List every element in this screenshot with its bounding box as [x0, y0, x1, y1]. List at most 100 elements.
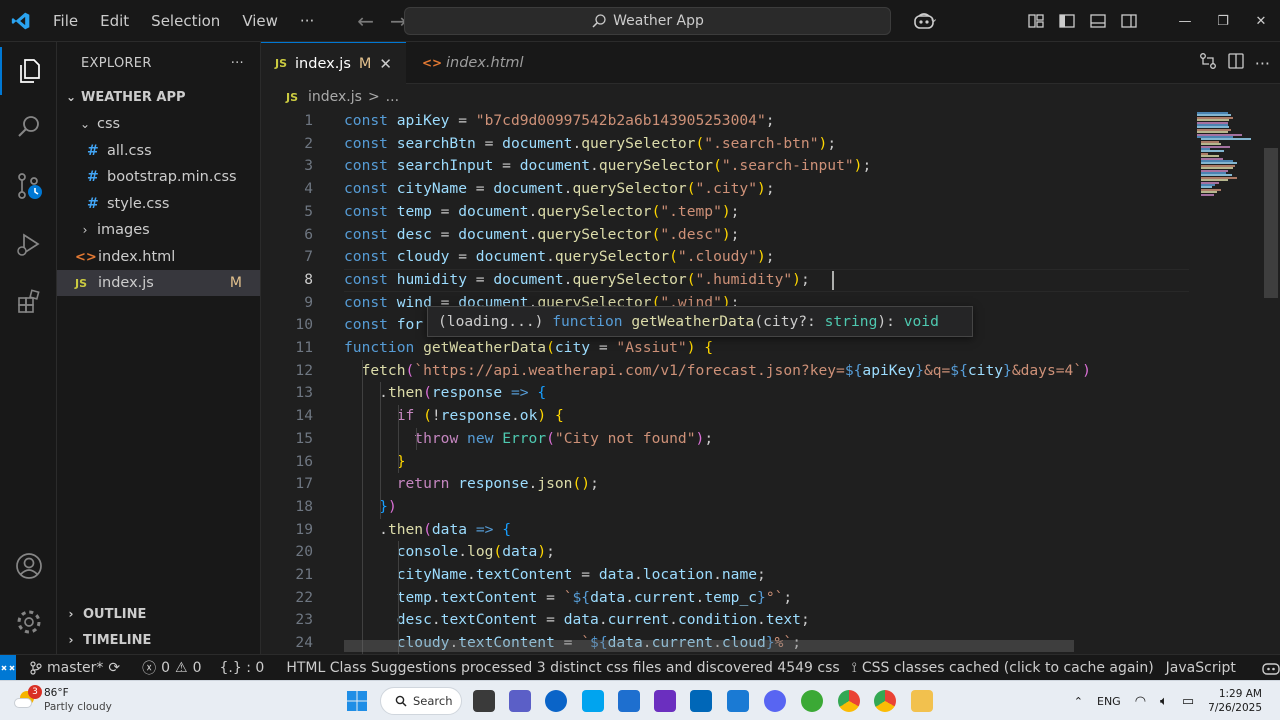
store-icon[interactable] [690, 690, 712, 712]
tree-item-all-css[interactable]: # all.css [57, 138, 260, 164]
code-line[interactable]: 11 function getWeatherData(city = "Assiut… [261, 337, 1191, 360]
workspace-root[interactable]: ⌄ WEATHER APP [57, 84, 260, 110]
code-line[interactable]: 15 throw new Error("City not found"); [261, 428, 1191, 451]
tree-item-index-js[interactable]: JS index.js M [57, 270, 260, 296]
indent-guide [398, 405, 399, 474]
outline-section[interactable]: › OUTLINE [57, 601, 260, 627]
windows-start-icon[interactable] [346, 690, 368, 712]
tree-item-style-css[interactable]: # style.css [57, 191, 260, 217]
code-line[interactable]: 7 const cloudy = document.querySelector("… [261, 246, 1191, 269]
code-line[interactable]: 17 return response.json(); [261, 473, 1191, 496]
html-class-message[interactable]: HTML Class Suggestions processed 3 disti… [280, 660, 845, 676]
language-mode[interactable]: JavaScript [1160, 660, 1242, 676]
minimize-icon[interactable]: — [1166, 0, 1204, 42]
sync-icon[interactable]: ⟳ [108, 660, 120, 676]
source-control-icon[interactable] [0, 162, 57, 210]
code-line[interactable]: 20 console.log(data); [261, 541, 1191, 564]
code-line[interactable]: 5 const temp = document.querySelector(".t… [261, 201, 1191, 224]
timeline-section[interactable]: › TIMELINE [57, 627, 260, 653]
tree-item-index-html[interactable]: <> index.html [57, 244, 260, 270]
code-line[interactable]: 21 cityName.textContent = data.location.… [261, 564, 1191, 587]
code-line[interactable]: 22 temp.textContent = `${data.current.te… [261, 587, 1191, 610]
tree-item-css-folder[interactable]: ⌄ css [57, 111, 260, 137]
extensions-icon[interactable] [0, 278, 57, 326]
problems-status[interactable]: ⓧ 0 ⚠ 0 [136, 658, 207, 678]
run-debug-icon[interactable] [0, 220, 57, 268]
vertical-scroll-thumb[interactable] [1264, 148, 1278, 298]
outlook-icon[interactable] [545, 690, 567, 712]
back-arrow-icon[interactable]: ← [349, 9, 382, 33]
menu-edit[interactable]: Edit [89, 0, 140, 42]
restore-icon[interactable]: ❐ [1204, 0, 1242, 42]
photos-icon[interactable] [727, 690, 749, 712]
menu-more[interactable]: ··· [289, 0, 325, 42]
explorer-more-icon[interactable]: ··· [231, 56, 244, 71]
code-editor[interactable]: 1 const apiKey = "b7cd9d00997542b2a6b1439… [261, 110, 1191, 654]
css-cache-status[interactable]: ⟟ CSS classes cached (click to cache aga… [846, 660, 1160, 676]
task-view-icon[interactable] [473, 690, 495, 712]
tree-item-bootstrap-css[interactable]: # bootstrap.min.css [57, 164, 260, 190]
code-line[interactable]: 23 desc.textContent = data.current.condi… [261, 609, 1191, 632]
selection-status[interactable]: {.} : 0 [214, 660, 271, 676]
battery-icon[interactable]: ▭ [1182, 694, 1194, 709]
settings-gear-icon[interactable] [0, 598, 57, 646]
more-actions-icon[interactable]: ··· [1255, 54, 1270, 73]
code-line[interactable]: 3 const searchInput = document.querySelec… [261, 155, 1191, 178]
chevron-down-icon[interactable]: ⌄ [929, 12, 938, 25]
code-line[interactable]: 2 const searchBtn = document.querySelecto… [261, 133, 1191, 156]
breadcrumb-file[interactable]: index.js [308, 89, 362, 105]
teams-icon[interactable] [509, 690, 531, 712]
code-line[interactable]: 16 } [261, 451, 1191, 474]
minimap[interactable] [1191, 108, 1261, 654]
vertical-scrollbar[interactable] [1262, 108, 1278, 654]
code-line[interactable]: 12 fetch(`https://api.weatherapi.com/v1/… [261, 360, 1191, 383]
code-line[interactable]: 13 .then(response => { [261, 382, 1191, 405]
code-line[interactable]: 18 }) [261, 496, 1191, 519]
code-line[interactable]: 6 const desc = document.querySelector(".d… [261, 224, 1191, 247]
customize-layout-icon[interactable] [1020, 0, 1051, 42]
toggle-secondary-sidebar-icon[interactable] [1113, 0, 1144, 42]
menu-selection[interactable]: Selection [140, 0, 231, 42]
taskbar-search[interactable]: Search [380, 687, 462, 715]
menu-view[interactable]: View [231, 0, 289, 42]
chrome-profile-icon[interactable] [874, 690, 896, 712]
code-line[interactable]: 4 const cityName = document.querySelector… [261, 178, 1191, 201]
breadcrumb-symbol[interactable]: ... [386, 89, 399, 105]
input-language[interactable]: ENG [1097, 695, 1121, 708]
code-line[interactable]: 1 const apiKey = "b7cd9d00997542b2a6b1439… [261, 110, 1191, 133]
compare-changes-icon[interactable] [1199, 52, 1217, 74]
split-editor-icon[interactable] [1227, 52, 1245, 74]
menu-file[interactable]: File [42, 0, 89, 42]
code-line[interactable]: 14 if (!response.ok) { [261, 405, 1191, 428]
chrome-icon[interactable] [838, 690, 860, 712]
edge-icon[interactable] [582, 690, 604, 712]
clock[interactable]: 1:29 AM 7/26/2025 [1208, 687, 1262, 715]
code-line[interactable]: 8 const humidity = document.querySelector… [261, 269, 1191, 292]
vscode-taskbar-icon[interactable] [618, 690, 640, 712]
tab-index-js[interactable]: JS index.js M ✕ [261, 42, 406, 84]
volume-icon[interactable]: 🔈︎ [1160, 694, 1168, 709]
close-window-icon[interactable]: ✕ [1242, 0, 1280, 42]
horizontal-scroll-thumb[interactable] [344, 640, 1074, 652]
toggle-primary-sidebar-icon[interactable] [1051, 0, 1082, 42]
tab-index-html[interactable]: <> index.html [408, 42, 538, 84]
app-icon[interactable] [654, 690, 676, 712]
weather-widget[interactable]: 3 86°F Partly cloudy [14, 685, 112, 714]
branch-status[interactable]: master* ⟳ [24, 660, 126, 676]
discord-icon[interactable] [764, 690, 786, 712]
toggle-panel-icon[interactable] [1082, 0, 1113, 42]
wifi-icon[interactable]: ◠ [1135, 694, 1146, 709]
explorer-icon[interactable] [0, 47, 57, 95]
error-icon: ⓧ [142, 660, 157, 677]
close-icon[interactable]: ✕ [379, 55, 392, 73]
accounts-icon[interactable] [0, 542, 57, 590]
file-explorer-icon[interactable] [911, 690, 933, 712]
app-green-icon[interactable] [801, 690, 823, 712]
remote-indicator-icon[interactable] [0, 654, 16, 681]
tree-item-images-folder[interactable]: › images [57, 217, 260, 243]
search-view-icon[interactable] [0, 103, 57, 151]
tray-overflow-icon[interactable]: ⌃ [1074, 695, 1083, 708]
copilot-status-icon[interactable] [1256, 661, 1280, 675]
command-center-search[interactable]: Weather App [404, 7, 891, 35]
code-line[interactable]: 19 .then(data => { [261, 519, 1191, 542]
